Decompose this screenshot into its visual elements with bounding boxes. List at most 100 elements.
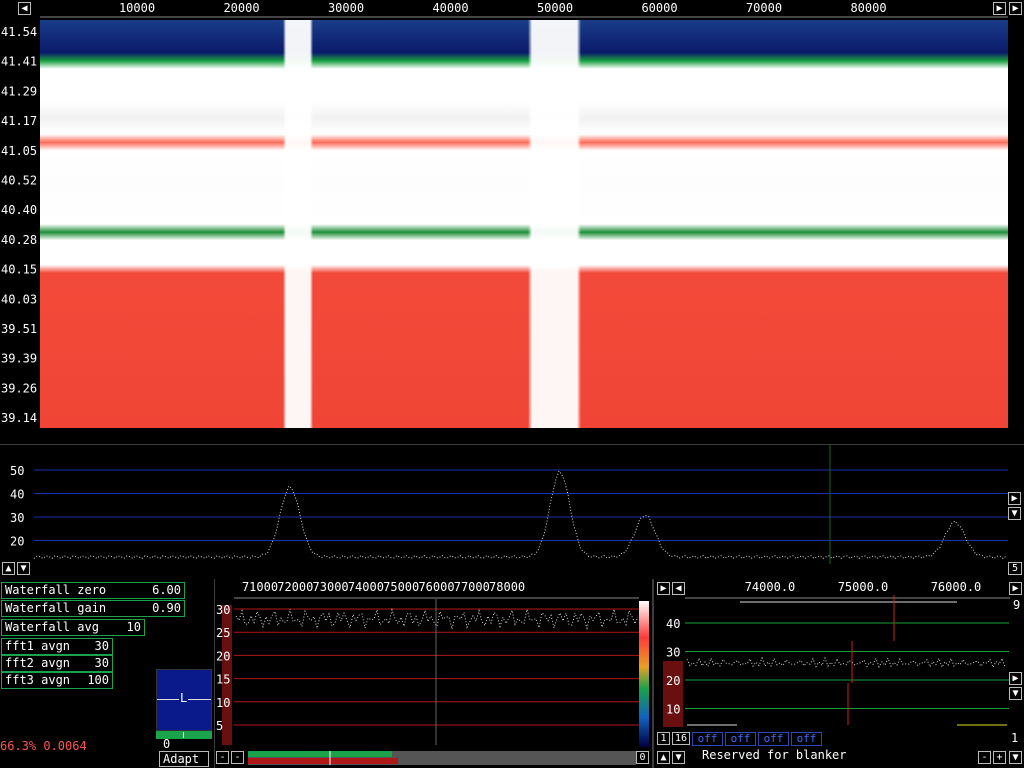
- baseband-freq-tick: 78000: [489, 580, 525, 594]
- off-button-3[interactable]: off: [758, 732, 789, 746]
- meter-value: 0: [163, 737, 171, 751]
- waterfall-display[interactable]: [40, 20, 1008, 428]
- hires-y-tick: 10: [666, 703, 680, 717]
- hires-side-down-button[interactable]: ▼: [1009, 687, 1022, 700]
- hires-freq-tick: 76000.0: [931, 580, 982, 594]
- baseband-freq-tick: 77000: [454, 580, 490, 594]
- waterfall-freq-tick: 60000: [641, 1, 677, 15]
- hires-bottom-right-value: 1: [1011, 731, 1019, 745]
- spectrum-right-button[interactable]: ▶: [1008, 492, 1021, 505]
- hires-minus-button[interactable]: -: [978, 751, 991, 764]
- baseband-y-tick: 25: [216, 626, 230, 640]
- waterfall-time-label: 41.05: [1, 144, 37, 158]
- off-button-2[interactable]: off: [725, 732, 756, 746]
- baseband-y-tick: 5: [216, 719, 223, 733]
- baseband-graph[interactable]: 30 25 20 15 10 5 71000 72000 73000 74000 75000 760…: [214, 579, 654, 768]
- status-readout: 66.3% 0.0064: [0, 739, 87, 753]
- baseband-freq-tick: 76000: [418, 580, 454, 594]
- baseband-freq-tick: 75000: [383, 580, 419, 594]
- waterfall-freq-tick: 80000: [850, 1, 886, 15]
- waterfall-time-label: 41.54: [1, 25, 37, 39]
- waterfall-time-label: 39.51: [1, 322, 37, 336]
- hires-top-right-value: 9: [1013, 598, 1021, 612]
- arrow-down-icon: ▼: [1012, 688, 1019, 699]
- waterfall-time-label: 41.29: [1, 84, 37, 98]
- arrow-up-icon: ▲: [660, 752, 667, 763]
- baseband-freq-tick: 74000: [348, 580, 384, 594]
- baseband-freq-tick: 71000: [242, 580, 278, 594]
- off-button-1[interactable]: off: [692, 732, 723, 746]
- arrow-down-icon: ▼: [20, 563, 27, 574]
- hires-side-right-button[interactable]: ▶: [1009, 672, 1022, 685]
- waterfall-freq-tick: 70000: [746, 1, 782, 15]
- waterfall-zero-control[interactable]: Waterfall zero 6.00: [1, 582, 185, 599]
- blanker-label: Reserved for blanker: [702, 748, 847, 762]
- waterfall-time-label: 39.39: [1, 352, 37, 366]
- hires-scroll-right-button[interactable]: ▶: [1009, 582, 1022, 595]
- hires-bottom-down-button[interactable]: ▼: [1009, 751, 1022, 764]
- spectrum-down-button[interactable]: ▼: [17, 562, 30, 575]
- fft2-avgn-control[interactable]: fft2 avgn 30: [1, 655, 113, 672]
- spectrum-up-button[interactable]: ▲: [2, 562, 15, 575]
- baseband-freq-tick: 73000: [313, 580, 349, 594]
- arrow-right-icon: ▶: [1012, 583, 1019, 594]
- waterfall-freq-tick: 10000: [119, 1, 155, 15]
- waterfall-time-label: 39.14: [1, 411, 37, 425]
- waterfall-freq-axis: 10000 20000 30000 40000 50000 60000 70000 80000: [40, 1, 1008, 18]
- hires-btn-1[interactable]: 1: [657, 732, 670, 745]
- arrow-right-icon: ▶: [1012, 673, 1019, 684]
- spectrum-y-tick: 40: [10, 488, 24, 502]
- hires-freq-tick: 74000.0: [745, 580, 796, 594]
- baseband-right-value[interactable]: 0: [636, 751, 649, 764]
- hires-y-tick: 30: [666, 646, 680, 660]
- baseband-y-tick: 30: [216, 603, 230, 617]
- waterfall-time-label: 40.28: [1, 233, 37, 247]
- spectrum-y-tick: 50: [10, 464, 24, 478]
- baseband-y-tick: 10: [216, 696, 230, 710]
- hires-plus-button[interactable]: +: [993, 751, 1006, 764]
- waterfall-time-label: 40.03: [1, 292, 37, 306]
- fft3-avgn-control[interactable]: fft3 avgn 100: [1, 672, 113, 689]
- arrow-right-icon: ▶: [1011, 493, 1018, 504]
- spectrum-right-value[interactable]: 5: [1008, 562, 1022, 575]
- baseband-minus2-button[interactable]: -: [231, 751, 244, 764]
- arrow-down-icon: ▼: [675, 752, 682, 763]
- arrow-left-icon: ◀: [675, 583, 682, 594]
- waterfall-time-label: 40.15: [1, 263, 37, 277]
- waterfall-freq-tick: 50000: [537, 1, 573, 15]
- meter-channel-label: L: [179, 691, 189, 705]
- hires-freq-tick: 75000.0: [838, 580, 889, 594]
- waterfall-freq-tick: 40000: [432, 1, 468, 15]
- spectrum-y-tick: 30: [10, 511, 24, 525]
- hires-down-button[interactable]: ▼: [672, 751, 685, 764]
- waterfall-time-axis: 41.54 41.41 41.29 41.17 41.05 40.52 40.40 40.28…: [1, 25, 37, 425]
- spectrum-y-tick: 20: [10, 535, 24, 549]
- level-meter[interactable]: L: [156, 669, 212, 731]
- baseband-minus-button[interactable]: -: [216, 751, 229, 764]
- spectrum-down-right-button[interactable]: ▼: [1008, 507, 1021, 520]
- arrow-down-icon: ▼: [1012, 752, 1019, 763]
- waterfall-time-label: 41.41: [1, 55, 37, 69]
- baseband-freq-tick: 72000: [277, 580, 313, 594]
- waterfall-time-label: 41.17: [1, 114, 37, 128]
- spectrum-graph[interactable]: 50 40 30 20: [0, 444, 1024, 578]
- arrow-up-icon: ▲: [5, 563, 12, 574]
- baseband-y-tick: 20: [216, 649, 230, 663]
- off-button-4[interactable]: off: [791, 732, 822, 746]
- waterfall-gain-control[interactable]: Waterfall gain 0.90: [1, 600, 185, 617]
- fft1-avgn-control[interactable]: fft1 avgn 30: [1, 638, 113, 655]
- waterfall-freq-tick: 30000: [328, 1, 364, 15]
- hires-btn-16[interactable]: 16: [672, 732, 690, 745]
- baseband-y-tick: 15: [216, 673, 230, 687]
- hires-up-button[interactable]: ▲: [657, 751, 670, 764]
- waterfall-time-label: 40.40: [1, 203, 37, 217]
- waterfall-avg-control[interactable]: Waterfall avg 10: [1, 619, 145, 636]
- hires-y-tick: 40: [666, 617, 680, 631]
- hires-right-button[interactable]: ▶: [657, 582, 670, 595]
- hires-left-button[interactable]: ◀: [672, 582, 685, 595]
- adapt-button[interactable]: Adapt: [159, 751, 209, 767]
- waterfall-freq-tick: 20000: [223, 1, 259, 15]
- waterfall-time-label: 39.26: [1, 381, 37, 395]
- waterfall-time-label: 40.52: [1, 174, 37, 188]
- hires-y-tick: 20: [666, 674, 680, 688]
